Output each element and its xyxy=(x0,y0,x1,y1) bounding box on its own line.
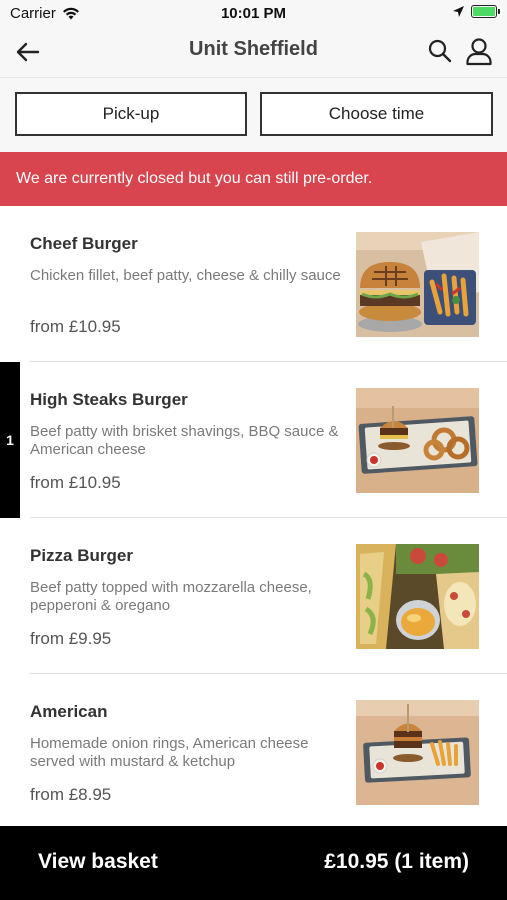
menu-item-price: from £10.95 xyxy=(30,317,121,336)
menu-item-name: American xyxy=(30,702,108,721)
menu-item-photo xyxy=(356,232,479,337)
order-options: Pick-up Choose time xyxy=(0,78,507,152)
menu-list: Cheef Burger Chicken fillet, beef patty,… xyxy=(0,206,507,830)
menu-item-name: High Steaks Burger xyxy=(30,390,188,409)
choose-time-button[interactable]: Choose time xyxy=(260,92,493,136)
status-right xyxy=(452,5,500,18)
location-arrow-icon xyxy=(453,6,464,17)
menu-item-price: from £9.95 xyxy=(30,629,112,648)
menu-item-name: Cheef Burger xyxy=(30,234,138,253)
view-basket-bar[interactable]: View basket £10.95 (1 item) xyxy=(0,826,507,900)
status-time: 10:01 PM xyxy=(220,5,287,22)
closed-banner: We are currently closed but you can stil… xyxy=(0,152,507,206)
menu-item-american[interactable]: American Homemade onion rings, American … xyxy=(0,674,507,830)
menu-item-price: from £10.95 xyxy=(30,473,121,492)
view-basket-label: View basket xyxy=(38,850,158,873)
menu-item-cheef-burger[interactable]: Cheef Burger Chicken fillet, beef patty,… xyxy=(0,206,507,362)
search-icon[interactable] xyxy=(425,36,455,66)
status-bar: Carrier 10:01 PM xyxy=(0,0,507,28)
menu-item-price: from £8.95 xyxy=(30,785,112,804)
menu-item-name: Pizza Burger xyxy=(30,546,133,565)
user-icon[interactable] xyxy=(463,35,495,67)
menu-item-photo xyxy=(356,388,479,493)
menu-item-photo xyxy=(356,700,479,805)
quantity-badge: 1 xyxy=(0,362,20,518)
menu-item-photo xyxy=(356,544,479,649)
menu-item-high-steaks-burger[interactable]: 1 High Steaks Burger Beef patty with bri… xyxy=(0,362,507,518)
battery-icon xyxy=(471,5,500,18)
menu-item-description: Beef patty with brisket shavings, BBQ sa… xyxy=(30,423,339,458)
menu-item-description: Beef patty topped with mozzarella cheese… xyxy=(30,579,312,614)
app-header: Unit Sheffield xyxy=(0,28,507,78)
menu-item-description: Chicken fillet, beef patty, cheese & chi… xyxy=(30,267,341,284)
menu-item-pizza-burger[interactable]: Pizza Burger Beef patty topped with mozz… xyxy=(0,518,507,674)
basket-total: £10.95 (1 item) xyxy=(324,850,469,873)
menu-item-description: Homemade onion rings, American cheese se… xyxy=(30,735,309,770)
pickup-button[interactable]: Pick-up xyxy=(15,92,247,136)
